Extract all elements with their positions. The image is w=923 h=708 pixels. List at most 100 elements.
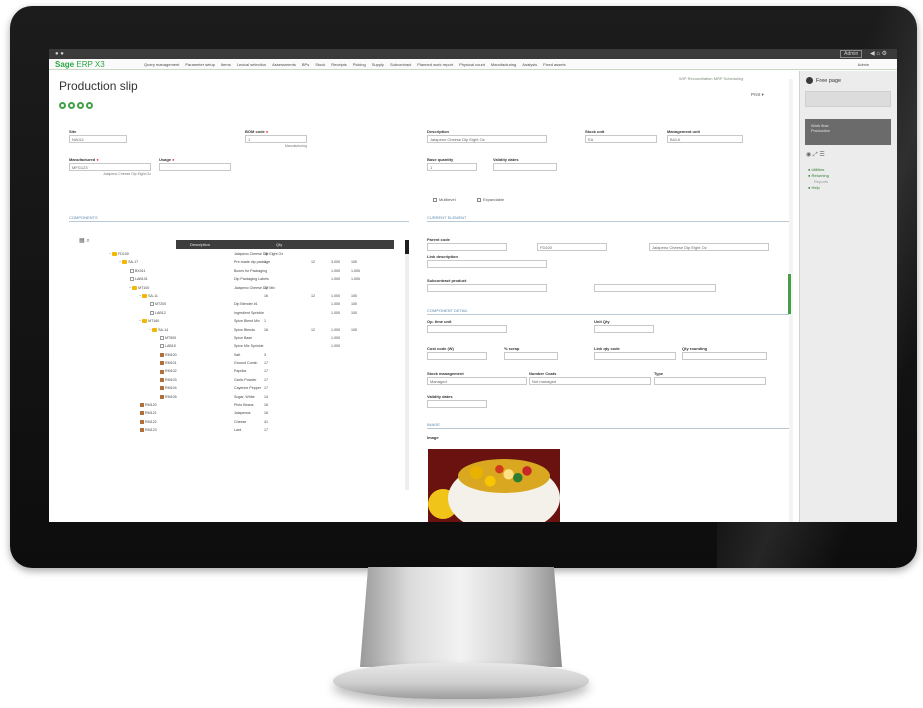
row-code: MT500 — [165, 335, 177, 340]
side-panel-field[interactable] — [805, 91, 891, 107]
tree-row[interactable]: LAB15 Spice Mix Sprinkle 1.000 — [69, 342, 399, 350]
menu-item[interactable]: Physical count — [459, 62, 485, 67]
subcontract-product-field[interactable]: Subcontract product — [427, 278, 547, 292]
home-icon[interactable]: ⌂ — [876, 51, 880, 57]
menu-item[interactable]: Fixed assets — [543, 62, 565, 67]
tree-row[interactable]: RM103 Garlic Powder 17 — [69, 376, 399, 384]
components-tree: − FD100 Jalapeno Cheese Dip Eight Oz 16− SA-… — [69, 250, 399, 435]
op-time-unit-field[interactable]: Op. time unit — [427, 319, 507, 333]
multilevel-checkbox[interactable]: Multilevel — [433, 197, 456, 202]
settings-icon[interactable]: ⚙ — [882, 51, 887, 57]
usage-field[interactable]: Usage ● — [159, 157, 231, 171]
row-desc: Boxes for Packaging — [234, 268, 267, 273]
list-icon[interactable]: ☰ — [819, 152, 824, 158]
stock-unit-field[interactable]: Stock unit EA — [585, 129, 657, 143]
base-quantity-field[interactable]: Base quantity 1 — [427, 157, 477, 171]
tree-row[interactable]: MT200 Dip Blender #1 1.000 100 — [69, 300, 399, 308]
parent-code-field[interactable]: Parent code — [427, 237, 507, 251]
manufactured-field[interactable]: Manufactured ● MFG123 Jalapeno Cheese Di… — [69, 157, 151, 176]
tree-row[interactable]: MT500 Spice Base 1.000 — [69, 334, 399, 342]
menu-item[interactable]: Analysis — [522, 62, 537, 67]
tree-row[interactable]: RM120 Pinto Beans 16 — [69, 401, 399, 409]
menu-item[interactable]: Stock — [315, 62, 325, 67]
tree-row[interactable]: RM122 Cheese 41 — [69, 418, 399, 426]
management-unit-field[interactable]: Management unit BULK — [667, 129, 743, 143]
search-icon[interactable]: ⌕ — [86, 238, 89, 244]
window-controls[interactable]: ● ● — [55, 51, 64, 57]
menu-user[interactable]: Admin — [858, 62, 869, 67]
tree-row[interactable]: RM102 Paprika 17 — [69, 367, 399, 375]
tree-scrollbar[interactable] — [405, 240, 409, 490]
link-description-field[interactable]: Link description — [427, 254, 547, 268]
validity-dates-field[interactable]: Validity dates — [493, 157, 557, 171]
link-qty-code-field[interactable]: Link qty code — [594, 346, 676, 360]
eye-icon[interactable]: ◉ — [806, 152, 811, 158]
menu-item[interactable]: Receipts — [331, 62, 347, 67]
grid-icon[interactable]: ▦ — [79, 238, 85, 244]
qty-rounding-field[interactable]: Qty rounding — [682, 346, 767, 360]
tree-row[interactable]: − MT100 Jalapeno Cheese Dip Mix 17 — [69, 284, 399, 292]
menu-item[interactable]: Planned work report — [417, 62, 453, 67]
tree-row[interactable]: LAB12 Ingredient Sprinkle 1.000 100 — [69, 309, 399, 317]
step-indicator[interactable] — [77, 102, 84, 109]
menu-item[interactable]: Assessments — [272, 62, 296, 67]
menu-item[interactable]: BPs — [302, 62, 309, 67]
user-login-box[interactable]: Admin — [840, 50, 863, 58]
app-logo[interactable]: Sage ERP X3 — [55, 60, 105, 69]
expand-icon[interactable]: − — [129, 286, 131, 290]
menu-item[interactable]: Picking — [353, 62, 366, 67]
tree-row[interactable]: − SA-11 16 12 1.000 100 — [69, 292, 399, 300]
site-field[interactable]: Site NA011 — [69, 129, 127, 143]
menu-item[interactable]: Manufacturing — [491, 62, 516, 67]
row-qty: 17 — [264, 386, 268, 391]
type-field[interactable]: Type — [654, 371, 766, 385]
tree-row[interactable]: − SA-17 Pre-made dip package 1 12 3.000 100 — [69, 258, 399, 266]
expand-icon[interactable]: − — [139, 319, 141, 323]
tree-row[interactable]: BX011 Boxes for Packaging 1.000 1.000 — [69, 267, 399, 275]
tree-row[interactable]: RM121 Jalapenos 16 — [69, 409, 399, 417]
side-link[interactable]: ● Help — [808, 185, 829, 191]
detail-validity-field[interactable]: Validity dates — [427, 394, 487, 408]
tree-row[interactable]: RM100 Salt 3 — [69, 351, 399, 359]
tree-row[interactable]: − MT160 Spice Blend Mix 1 — [69, 317, 399, 325]
expand-icon[interactable]: − — [149, 328, 151, 332]
menu-item[interactable]: Query management — [144, 62, 179, 67]
menu-item[interactable]: Lexical selection — [237, 62, 266, 67]
unit-qty-field[interactable]: Unit Qty — [594, 319, 654, 333]
bom-code-field[interactable]: BOM code ● 1 Manufacturing — [245, 129, 307, 148]
menu-item[interactable]: Items — [221, 62, 231, 67]
menu-item[interactable]: Parameter setup — [185, 62, 215, 67]
row-qty: 16 — [264, 293, 268, 298]
tree-row[interactable]: RM105 Sugar, White 14 — [69, 393, 399, 401]
row-qty: 16 — [264, 411, 268, 416]
menu-item[interactable]: Supply — [372, 62, 384, 67]
cost-code-field[interactable]: Cost code (W) — [427, 346, 487, 360]
description-field[interactable]: Description Jalapeno Cheese Dip Eight Oz — [427, 129, 547, 143]
number-coats-field[interactable]: Number Coats Not managed — [529, 371, 651, 385]
item-icon — [130, 277, 134, 282]
expand-icon[interactable]: − — [119, 260, 121, 264]
step-indicator[interactable] — [86, 102, 93, 109]
tree-row[interactable]: RM104 Cayenne Pepper 17 — [69, 384, 399, 392]
step-indicator[interactable] — [68, 102, 75, 109]
tree-row[interactable]: RM101 Ground Cumin 17 — [69, 359, 399, 367]
tree-row[interactable]: LAB101 Dip Packaging Labels 1.000 1.000 — [69, 275, 399, 283]
top-right-links[interactable]: WIP Reconciliation MRP Scheduling — [679, 76, 743, 81]
expand-icon[interactable]: − — [109, 252, 111, 256]
workflow-card[interactable]: Work flow Production — [805, 119, 891, 145]
side-panel-links: ● Utilities ● Returning Reports ● Help — [808, 167, 829, 191]
scrap-field[interactable]: % scrap — [504, 346, 558, 360]
expandable-checkbox[interactable]: Expandable — [477, 197, 504, 202]
back-icon[interactable]: ◀ — [870, 51, 875, 57]
tree-row[interactable]: RM123 Lard 17 — [69, 426, 399, 434]
row-desc: Cayenne Pepper — [234, 386, 261, 391]
menu-item[interactable]: Subcontract — [390, 62, 411, 67]
print-menu[interactable]: Print ▾ — [751, 92, 764, 98]
stock-management-field[interactable]: Stock management Managed — [427, 371, 527, 385]
tree-row[interactable]: − FD100 Jalapeno Cheese Dip Eight Oz 16 — [69, 250, 399, 258]
tree-row[interactable]: − SA-14 Spice Blends 16 12 1.000 100 — [69, 326, 399, 334]
expand-icon[interactable]: − — [139, 294, 141, 298]
expand-icon[interactable]: ⤢ — [813, 152, 818, 158]
free-page-title[interactable]: Free page — [806, 77, 841, 84]
step-indicator[interactable] — [59, 102, 66, 109]
